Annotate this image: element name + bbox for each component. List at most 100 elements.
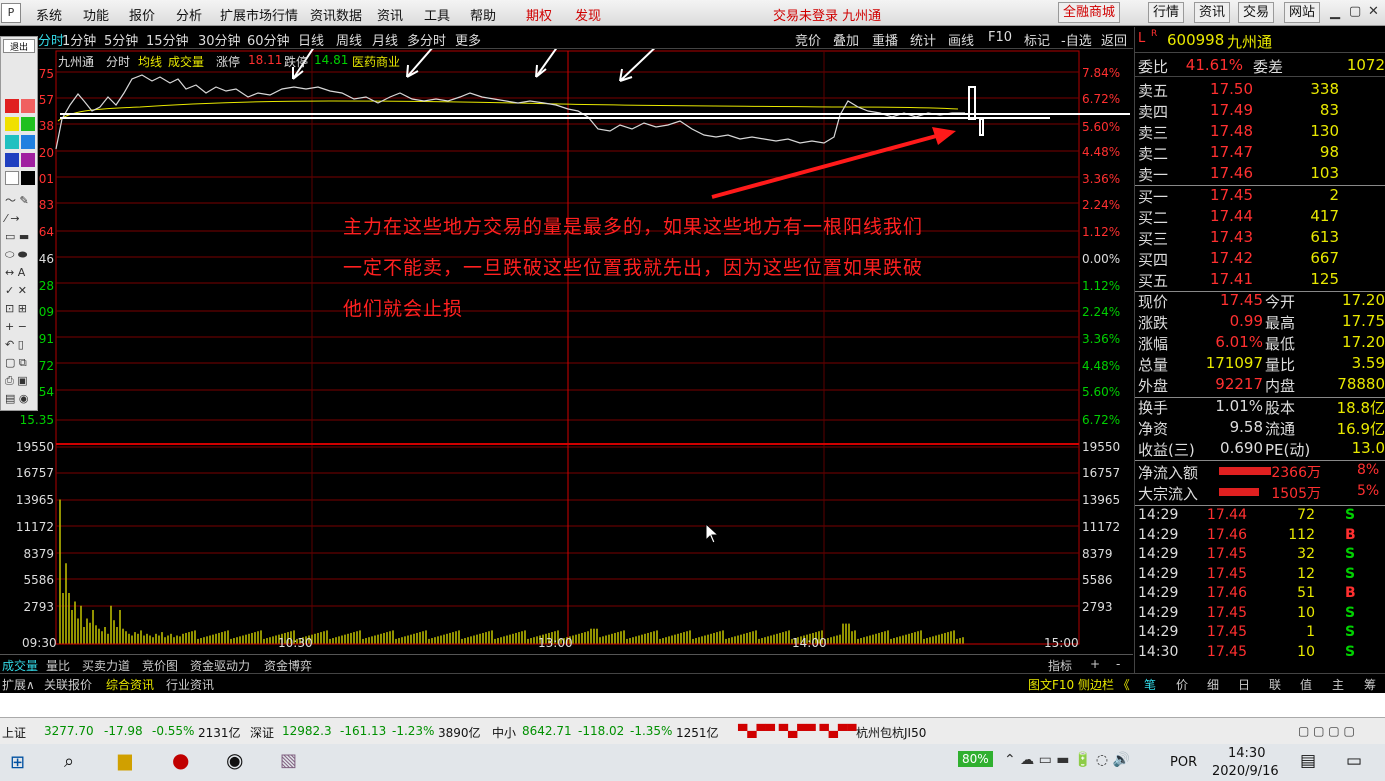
tab-zhu[interactable]: 主 [1332, 676, 1344, 693]
tab-xi[interactable]: 细 [1207, 676, 1219, 693]
tab-general-news[interactable]: 综合资讯 [106, 676, 154, 693]
btn-auction[interactable]: 竞价 [795, 30, 821, 49]
menu-item-news[interactable]: 资讯 [377, 5, 403, 24]
tab-volume-ratio[interactable]: 量比 [46, 657, 70, 674]
obs-icon[interactable]: ◉ [226, 748, 243, 772]
exit-button[interactable]: 退出 [3, 39, 35, 53]
windows-start-icon[interactable]: ⊞ [10, 752, 25, 773]
color-yellow[interactable] [5, 117, 19, 131]
finance-mall-button[interactable]: 全融商城 [1058, 2, 1121, 23]
tab-volume[interactable]: 成交量 [2, 657, 38, 674]
tab-timeshare[interactable]: 分时 [38, 30, 64, 49]
clock-date[interactable]: 2020/9/16 [1212, 764, 1279, 779]
clock-time[interactable]: 14:30 [1228, 746, 1265, 761]
maximize-icon[interactable]: ▢ [1349, 4, 1361, 19]
tick-volume: 112 [1288, 526, 1315, 543]
tick-volume: 12 [1297, 565, 1315, 582]
tab-5min[interactable]: 5分钟 [104, 30, 138, 49]
window-toggle-icons[interactable]: ▢ ▢ ▢ ▢ [1298, 724, 1355, 738]
battery-widget[interactable]: 80% [958, 751, 993, 767]
stat-label: 最低 [1265, 335, 1296, 353]
tab-auction-chart[interactable]: 竞价图 [142, 657, 178, 674]
tab-chou[interactable]: 筹 [1364, 676, 1376, 693]
tab-industry-news[interactable]: 行业资讯 [166, 676, 214, 693]
index-zx-name[interactable]: 中小 [492, 724, 516, 741]
menu-item-options[interactable]: 期权 [526, 5, 552, 24]
tick-volume: 72 [1297, 507, 1315, 523]
btn-draw[interactable]: 画线 [948, 30, 974, 49]
color-blue[interactable] [21, 135, 35, 149]
news-button[interactable]: 资讯 [1194, 2, 1231, 23]
tick-time: 14:29 [1138, 526, 1179, 543]
app-icon[interactable]: ● [172, 748, 189, 772]
menu-item-quote[interactable]: 报价 [129, 5, 155, 24]
notification-icon[interactable]: ▭ [1346, 751, 1362, 771]
tab-30min[interactable]: 30分钟 [198, 30, 241, 49]
color-red[interactable] [5, 99, 19, 113]
search-icon[interactable]: ⌕ [64, 751, 74, 772]
color-green[interactable] [21, 117, 35, 131]
btn-watchlist[interactable]: -自选 [1061, 30, 1092, 49]
menu-item-ext-market[interactable]: 扩展市场行情 [220, 5, 298, 24]
draw-tools-icons[interactable]: 〜 ✎ ⁄ → ▭ ▬ ⬭ ⬬ ↔ A ✓ ✕ ⊡ ⊞ + − ↶ ▯ ▢ ⧉ ⎙ ▣ ▤ ◉ [5, 192, 35, 408]
color-white[interactable] [5, 171, 19, 185]
menu-item-analysis[interactable]: 分析 [176, 5, 202, 24]
menu-item-system[interactable]: 系统 [36, 5, 62, 24]
tab-capital-drive[interactable]: 资金驱动力 [190, 657, 250, 674]
tab-weekly[interactable]: 周线 [336, 30, 362, 49]
close-icon[interactable]: ✕ [1368, 4, 1379, 19]
btn-stats[interactable]: 统计 [910, 30, 936, 49]
tab-bi[interactable]: 笔 [1144, 676, 1156, 693]
index-sz-name[interactable]: 深证 [250, 724, 274, 741]
tick-side: B [1345, 526, 1356, 543]
index-sh-name[interactable]: 上证 [2, 724, 26, 741]
tab-60min[interactable]: 60分钟 [247, 30, 290, 49]
website-button[interactable]: 网站 [1284, 2, 1321, 23]
tab-ri[interactable]: 日 [1238, 676, 1250, 693]
tab-more[interactable]: 更多 [455, 30, 481, 49]
tray-icons[interactable]: ⌃ ☁ ▭ ▬ 🔋 ◌ 🔊 [1004, 752, 1130, 768]
btn-back[interactable]: 返回 [1101, 30, 1127, 49]
trade-button[interactable]: 交易 [1238, 2, 1275, 23]
zoom-out-button[interactable]: - [1116, 657, 1120, 671]
menu-item-info-data[interactable]: 资讯数据 [310, 5, 362, 24]
vol-label-right: 5586 [1082, 573, 1113, 587]
taskbar: ⊞ ⌕ ▆ ● ◉ ▧ 80% ⌃ ☁ ▭ ▬ 🔋 ◌ 🔊 POR 14:30 … [0, 744, 1385, 781]
notes-icon[interactable]: ▤ [1300, 751, 1316, 771]
tab-jia[interactable]: 价 [1176, 676, 1188, 693]
color-darkblue[interactable] [5, 153, 19, 167]
tab-expand[interactable]: 扩展∧ [2, 676, 35, 693]
sidebar-toggle[interactable]: 图文F10 侧边栏 《 [1028, 676, 1130, 693]
tab-multi-time[interactable]: 多分时 [407, 30, 446, 49]
minimize-icon[interactable]: ▁ [1330, 5, 1340, 20]
color-pink[interactable] [21, 99, 35, 113]
tab-capital-game[interactable]: 资金博弈 [264, 657, 312, 674]
btn-mark[interactable]: 标记 [1024, 30, 1050, 49]
btn-replay[interactable]: 重播 [872, 30, 898, 49]
tab-zhi[interactable]: 值 [1300, 676, 1312, 693]
tab-monthly[interactable]: 月线 [372, 30, 398, 49]
tab-1min[interactable]: 1分钟 [62, 30, 96, 49]
tick-row: 14:29 17.45 1 S [1135, 624, 1385, 645]
indicator-button[interactable]: 指标 [1048, 657, 1072, 674]
menu-item-function[interactable]: 功能 [83, 5, 109, 24]
menu-item-help[interactable]: 帮助 [470, 5, 496, 24]
tab-15min[interactable]: 15分钟 [146, 30, 189, 49]
file-explorer-icon[interactable]: ▆ [118, 750, 132, 771]
language-indicator[interactable]: POR [1170, 755, 1197, 770]
tab-related-quotes[interactable]: 关联报价 [44, 676, 92, 693]
market-button[interactable]: 行情 [1148, 2, 1185, 23]
tab-daily[interactable]: 日线 [298, 30, 324, 49]
image-app-icon[interactable]: ▧ [280, 750, 297, 771]
btn-f10[interactable]: F10 [988, 30, 1012, 45]
color-purple[interactable] [21, 153, 35, 167]
color-cyan[interactable] [5, 135, 19, 149]
tab-lian[interactable]: 联 [1269, 676, 1281, 693]
menu-item-tools[interactable]: 工具 [424, 5, 450, 24]
zoom-in-button[interactable]: + [1090, 657, 1100, 671]
scrolling-news[interactable]: 杭州包杭JI50 [856, 724, 926, 741]
color-black[interactable] [21, 171, 35, 185]
tab-buysell-force[interactable]: 买卖力道 [82, 657, 130, 674]
btn-overlay[interactable]: 叠加 [833, 30, 859, 49]
menu-item-discover[interactable]: 发现 [575, 5, 601, 24]
